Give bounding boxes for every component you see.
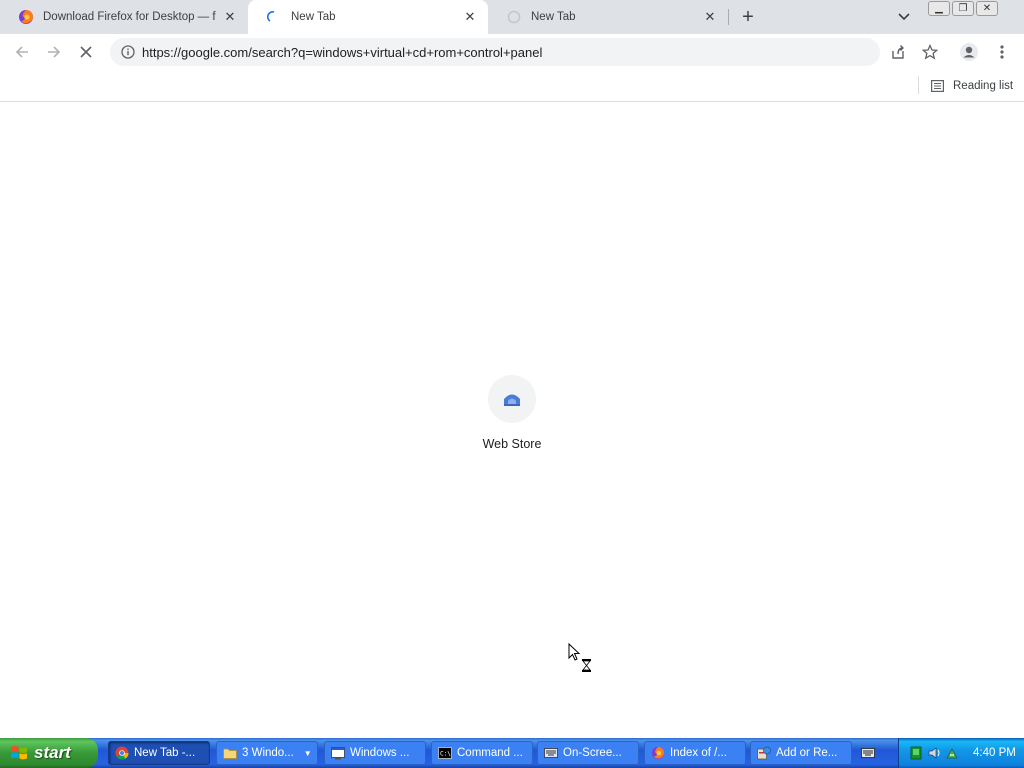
keyboard-icon <box>544 746 558 760</box>
taskbar-item-label: Index of /... <box>670 747 727 759</box>
profile-button[interactable] <box>957 40 981 64</box>
reading-list-button[interactable]: Reading list <box>930 76 1013 96</box>
web-store-icon <box>488 375 536 423</box>
tab-new-tab-active[interactable]: New Tab ✕ <box>248 0 488 34</box>
site-info-icon[interactable] <box>120 44 136 60</box>
url-text: https://google.com/search?q=windows+virt… <box>142 44 543 60</box>
menu-button[interactable] <box>990 40 1014 64</box>
close-icon[interactable]: ✕ <box>222 9 238 25</box>
close-icon[interactable]: ✕ <box>462 9 478 25</box>
firefox-icon <box>18 9 34 25</box>
taskbar-item-label: Add or Re... <box>776 747 838 759</box>
taskbar-item-new-tab[interactable]: New Tab -... <box>108 741 210 765</box>
start-label: start <box>34 743 71 762</box>
reading-list-icon <box>930 79 944 93</box>
windows-taskbar: start New Tab -... 3 Windo... ▼ Windows … <box>0 738 1024 768</box>
svg-text:C:\: C:\ <box>440 751 451 758</box>
folder-icon <box>223 746 237 760</box>
tab-new-tab[interactable]: New Tab ✕ <box>488 0 728 34</box>
bookmark-star-button[interactable] <box>918 40 942 64</box>
tab-separator <box>728 9 729 25</box>
firefox-icon <box>651 746 665 760</box>
browser-toolbar: https://google.com/search?q=windows+virt… <box>0 34 1024 70</box>
language-keyboard-icon[interactable] <box>858 745 878 761</box>
star-icon <box>922 44 938 60</box>
tab-strip: Download Firefox for Desktop — from Mozi… <box>0 0 1024 34</box>
close-icon[interactable]: ✕ <box>702 9 718 25</box>
address-bar[interactable]: https://google.com/search?q=windows+virt… <box>110 38 880 66</box>
restore-button[interactable]: ❐ <box>952 1 974 16</box>
taskbar-item-label: New Tab -... <box>134 747 196 759</box>
window-icon <box>331 746 345 760</box>
loading-circle-icon <box>506 9 522 25</box>
tab-firefox-download[interactable]: Download Firefox for Desktop — from Mozi… <box>0 0 248 34</box>
shortcut-label: Web Store <box>482 437 542 451</box>
bookmarks-divider <box>918 76 919 94</box>
taskbar-item-add-remove-programs[interactable]: Add or Re... <box>750 741 852 765</box>
bookmarks-bar: Reading list <box>0 70 1024 102</box>
forward-button[interactable] <box>42 40 66 64</box>
taskbar-item-windows[interactable]: Windows ... <box>324 741 426 765</box>
taskbar-item-label: 3 Windo... <box>242 747 294 759</box>
forward-arrow-icon <box>48 46 61 58</box>
loading-spinner-icon <box>266 9 282 25</box>
windows-logo-icon <box>11 746 27 760</box>
share-button[interactable] <box>886 40 910 64</box>
taskbar-item-command-prompt[interactable]: C:\ Command ... <box>431 741 533 765</box>
tab-title: New Tab <box>531 11 576 23</box>
network-icon[interactable] <box>909 746 923 760</box>
clock: 4:40 PM <box>973 747 1016 759</box>
stop-x-icon <box>80 46 92 58</box>
taskbar-item-label: Command ... <box>457 747 523 759</box>
taskbar-item-windows-group[interactable]: 3 Windo... ▼ <box>216 741 318 765</box>
taskbar-item-on-screen-keyboard[interactable]: On-Scree... <box>537 741 639 765</box>
tab-search-chevron-icon[interactable] <box>894 7 914 27</box>
tab-title: Download Firefox for Desktop — from Mozi… <box>43 11 216 23</box>
add-remove-programs-icon <box>757 746 771 760</box>
tab-title: New Tab <box>291 11 336 23</box>
chrome-icon <box>115 746 129 760</box>
system-tray: 4:40 PM <box>898 738 1024 768</box>
volume-icon[interactable] <box>927 746 941 760</box>
start-button[interactable]: start <box>0 738 98 768</box>
taskbar-item-label: Windows ... <box>350 747 410 759</box>
share-icon <box>892 45 904 59</box>
kebab-menu-icon <box>1000 45 1004 59</box>
close-window-button[interactable]: ✕ <box>976 1 998 16</box>
back-arrow-icon <box>15 46 28 58</box>
stop-button[interactable] <box>74 40 98 64</box>
new-tab-button[interactable]: + <box>736 5 760 29</box>
avatar-icon <box>960 43 978 61</box>
minimize-button[interactable]: ▁ <box>928 1 950 16</box>
busy-cursor-icon <box>568 642 594 678</box>
new-tab-page: Web Store <box>0 103 1024 738</box>
safely-remove-hardware-icon[interactable] <box>945 746 959 760</box>
shortcut-web-store[interactable]: Web Store <box>462 375 562 451</box>
taskbar-item-index-of[interactable]: Index of /... <box>644 741 746 765</box>
back-button[interactable] <box>10 40 34 64</box>
reading-list-label: Reading list <box>953 80 1014 92</box>
group-arrow-icon: ▼ <box>303 748 312 758</box>
command-prompt-icon: C:\ <box>438 746 452 760</box>
window-controls: ▁ ❐ ✕ <box>928 1 998 16</box>
taskbar-item-label: On-Scree... <box>563 747 622 759</box>
